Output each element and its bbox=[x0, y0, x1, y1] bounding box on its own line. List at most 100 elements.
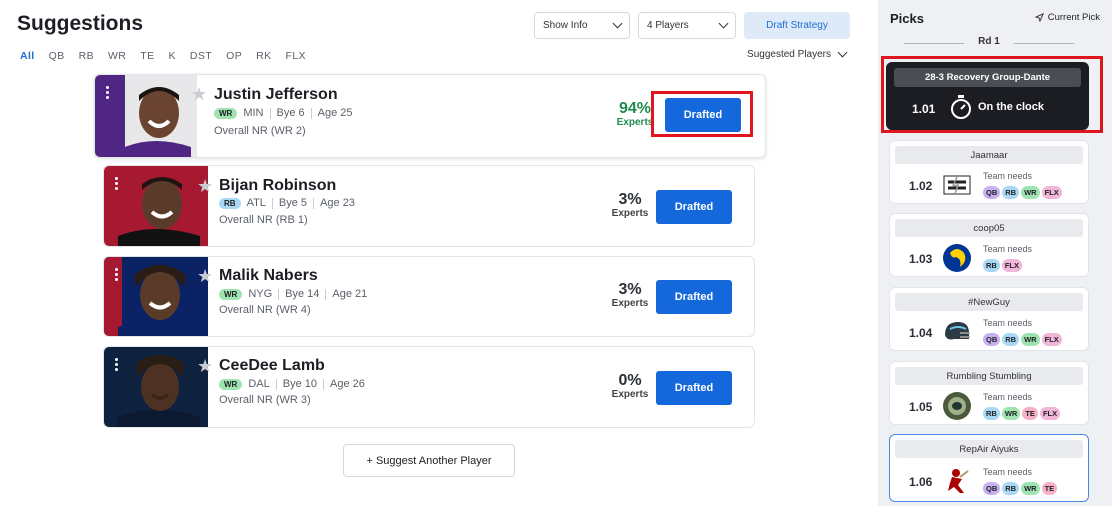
suggest-another-player-button[interactable]: + Suggest Another Player bbox=[343, 444, 515, 477]
expert-pct-value: 3% bbox=[618, 191, 642, 208]
position-badge: WR bbox=[219, 378, 243, 390]
pick-number: 1.03 bbox=[909, 252, 933, 266]
filter-tab-qb[interactable]: QB bbox=[49, 50, 65, 62]
filter-tab-rb[interactable]: RB bbox=[79, 50, 94, 62]
more-options-icon[interactable] bbox=[113, 268, 119, 283]
team-needs-list: RB FLX bbox=[983, 259, 1023, 272]
need-badge: TE bbox=[1022, 407, 1038, 420]
filter-tab-op[interactable]: OP bbox=[226, 50, 242, 62]
divider bbox=[269, 107, 271, 119]
need-badge: RB bbox=[1002, 333, 1020, 346]
player-photo bbox=[104, 257, 208, 336]
team-needs-label: Team needs bbox=[983, 318, 1033, 328]
drafted-button[interactable]: Drafted bbox=[656, 371, 732, 405]
pick-team-name: #NewGuy bbox=[895, 293, 1083, 311]
show-info-select[interactable]: Show Info bbox=[534, 12, 630, 39]
players-count-select[interactable]: 4 Players bbox=[638, 12, 736, 39]
need-badge: TE bbox=[1041, 482, 1058, 495]
divider bbox=[271, 197, 273, 209]
need-badge: RB bbox=[983, 407, 1000, 420]
player-photo bbox=[95, 75, 197, 157]
divider bbox=[275, 378, 277, 390]
position-badge: WR bbox=[219, 288, 243, 300]
pick-card[interactable]: coop05 1.03 Team needs RB FLX bbox=[889, 213, 1089, 277]
favorite-star-icon[interactable]: ★ bbox=[197, 176, 213, 197]
more-options-icon[interactable] bbox=[113, 358, 119, 373]
pick-number: 1.02 bbox=[909, 179, 933, 193]
position-badge: RB bbox=[219, 197, 241, 209]
player-name: CeeDee Lamb bbox=[219, 357, 325, 374]
pick-team-name: Jaamaar bbox=[895, 146, 1083, 164]
pick-number: 1.04 bbox=[909, 326, 933, 340]
suggested-players-label: Suggested Players bbox=[747, 49, 831, 60]
player-card[interactable]: ★ Bijan Robinson RB ATL Bye 5 Age 23 Ove… bbox=[103, 165, 755, 247]
expert-pct-label: Experts bbox=[611, 298, 649, 309]
pick-team-name: Rumbling Stumbling bbox=[895, 367, 1083, 385]
draft-strategy-button[interactable]: Draft Strategy bbox=[744, 12, 850, 39]
suggested-players-dropdown[interactable]: Suggested Players bbox=[747, 47, 848, 60]
filter-tab-dst[interactable]: DST bbox=[190, 50, 212, 62]
player-card[interactable]: ★ CeeDee Lamb WR DAL Bye 10 Age 26 Overa… bbox=[103, 346, 755, 428]
player-card[interactable]: ★ Malik Nabers WR NYG Bye 14 Age 21 Over… bbox=[103, 256, 755, 337]
favorite-star-icon[interactable]: ★ bbox=[197, 356, 213, 377]
helmet-logo-icon bbox=[945, 322, 970, 340]
navigate-arrow-icon bbox=[1034, 13, 1044, 22]
team-needs-label: Team needs bbox=[983, 244, 1033, 254]
draft-page: Suggestions Show Info 4 Players Draft St… bbox=[0, 0, 1112, 506]
filter-tab-k[interactable]: K bbox=[169, 50, 176, 62]
favorite-star-icon[interactable]: ★ bbox=[197, 266, 213, 287]
show-info-label: Show Info bbox=[543, 20, 588, 31]
pick-card-selected[interactable]: RepAir Aiyuks 1.06 Team needs QB RB WR T… bbox=[889, 434, 1089, 502]
need-badge: RB bbox=[1002, 482, 1020, 495]
divider bbox=[278, 288, 280, 300]
more-options-icon[interactable] bbox=[104, 86, 110, 101]
player-overall-rank: Overall NR (RB 1) bbox=[219, 214, 308, 226]
player-bye: Bye 5 bbox=[278, 197, 308, 209]
filter-tab-rk[interactable]: RK bbox=[256, 50, 271, 62]
player-team: MIN bbox=[243, 107, 264, 119]
pick-number: 1.06 bbox=[909, 475, 933, 489]
team-needs-list: RB WR TE FLX bbox=[983, 407, 1061, 420]
player-team: DAL bbox=[248, 378, 270, 390]
pick-team-name: RepAir Aiyuks bbox=[895, 440, 1083, 458]
pick-card[interactable]: Rumbling Stumbling 1.05 Team needs RB WR… bbox=[889, 361, 1089, 425]
player-team: NYG bbox=[248, 288, 273, 300]
divider bbox=[325, 288, 327, 300]
expert-pct-value: 3% bbox=[618, 281, 642, 298]
need-badge: QB bbox=[983, 482, 1001, 495]
current-pick-link[interactable]: Current Pick bbox=[1034, 12, 1100, 23]
current-pick-label: Current Pick bbox=[1047, 12, 1100, 23]
on-clock-highlight-box bbox=[881, 56, 1103, 133]
favorite-star-icon[interactable]: ★ bbox=[191, 84, 207, 105]
team-needs-label: Team needs bbox=[983, 467, 1033, 477]
player-photo bbox=[104, 166, 208, 246]
filter-tab-all[interactable]: All bbox=[20, 50, 35, 62]
need-badge: WR bbox=[1021, 333, 1040, 346]
player-overall-rank: Overall NR (WR 2) bbox=[214, 125, 306, 137]
expert-percentage: 3% Experts bbox=[607, 191, 653, 219]
suggestions-panel: Suggestions Show Info 4 Players Draft St… bbox=[0, 0, 866, 506]
team-needs-list: QB RB WR FLX bbox=[983, 333, 1062, 346]
drafted-button[interactable]: Drafted bbox=[656, 190, 732, 224]
page-title: Suggestions bbox=[17, 12, 144, 35]
player-name: Bijan Robinson bbox=[219, 177, 337, 194]
filter-tab-wr[interactable]: WR bbox=[108, 50, 126, 62]
player-bye: Bye 6 bbox=[276, 107, 305, 119]
team-needs-label: Team needs bbox=[983, 392, 1033, 402]
need-badge: QB bbox=[983, 333, 1001, 346]
player-bye: Bye 14 bbox=[285, 288, 320, 300]
filter-tab-flx[interactable]: FLX bbox=[286, 50, 306, 62]
position-filter-tabs: All QB RB WR TE K DST OP RK FLX bbox=[20, 50, 320, 62]
round-label: Rd 1 bbox=[904, 36, 1074, 47]
more-options-icon[interactable] bbox=[113, 177, 119, 192]
player-age: Age 25 bbox=[317, 107, 353, 119]
player-bye: Bye 10 bbox=[282, 378, 317, 390]
need-badge: WR bbox=[1021, 482, 1040, 495]
pick-card[interactable]: #NewGuy 1.04 Team needs QB RB WR FLX bbox=[889, 287, 1089, 351]
pick-card[interactable]: Jaamaar 1.02 Team needs QB RB WR FLX bbox=[889, 140, 1089, 204]
divider bbox=[322, 378, 324, 390]
chevron-down-icon bbox=[612, 18, 623, 29]
highlight-box bbox=[651, 91, 753, 137]
filter-tab-te[interactable]: TE bbox=[140, 50, 154, 62]
drafted-button[interactable]: Drafted bbox=[656, 280, 732, 314]
